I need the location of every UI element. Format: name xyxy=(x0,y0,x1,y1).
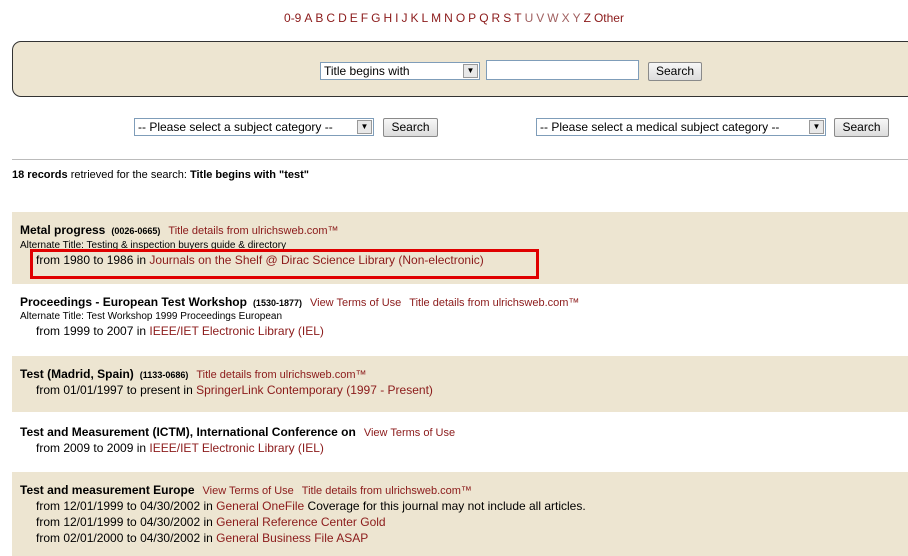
alpha-link-c[interactable]: C xyxy=(326,11,335,25)
alpha-link-t[interactable]: T xyxy=(514,11,521,25)
results-middle: retrieved for the search: xyxy=(70,169,187,181)
search-type-select[interactable]: Title begins with ▼ xyxy=(320,62,480,80)
ulrichs-link[interactable]: Title details from ulrichsweb.com™ xyxy=(168,225,338,237)
alpha-link-f[interactable]: F xyxy=(361,11,368,25)
alpha-link-u[interactable]: U xyxy=(525,11,534,25)
alpha-link-z[interactable]: Z xyxy=(584,11,591,25)
search-panel: Title begins with ▼ Search xyxy=(12,41,908,97)
results-count: 18 records xyxy=(12,169,68,181)
search-button[interactable]: Search xyxy=(648,62,702,81)
alpha-link-y[interactable]: Y xyxy=(573,11,581,25)
alpha-link-b[interactable]: B xyxy=(315,11,323,25)
ulrichs-link[interactable]: Title details from ulrichsweb.com™ xyxy=(302,485,472,497)
holding-link[interactable]: General OneFile xyxy=(216,499,304,513)
alpha-link-w[interactable]: W xyxy=(547,11,558,25)
subject-category-select[interactable]: -- Please select a subject category -- ▼ xyxy=(134,118,374,136)
alpha-link-r[interactable]: R xyxy=(492,11,501,25)
alpha-link-x[interactable]: X xyxy=(562,11,570,25)
alpha-link-d[interactable]: D xyxy=(338,11,347,25)
alpha-link-h[interactable]: H xyxy=(383,11,392,25)
holding-range: from 02/01/2000 to 04/30/2002 in xyxy=(36,531,213,545)
highlight-box xyxy=(30,249,539,279)
results-query: Title begins with "test" xyxy=(189,169,309,181)
record-title: Test (Madrid, Spain) xyxy=(20,367,134,381)
record-title: Test and Measurement (ICTM), Internation… xyxy=(20,425,356,439)
terms-link[interactable]: View Terms of Use xyxy=(310,297,401,309)
alpha-link-i[interactable]: I xyxy=(395,11,398,25)
alpha-link-m[interactable]: M xyxy=(431,11,441,25)
alternate-title: Alternate Title: Test Workshop 1999 Proc… xyxy=(20,311,283,322)
alpha-link-g[interactable]: G xyxy=(371,11,380,25)
holding-link[interactable]: General Business File ASAP xyxy=(216,531,368,545)
record-title: Test and measurement Europe xyxy=(20,483,195,497)
medical-search-button[interactable]: Search xyxy=(834,118,889,137)
subject-category-label: -- Please select a subject category -- xyxy=(138,120,333,134)
medical-category-select[interactable]: -- Please select a medical subject categ… xyxy=(536,118,826,136)
alpha-link-e[interactable]: E xyxy=(350,11,358,25)
search-input[interactable] xyxy=(486,60,639,80)
search-type-label: Title begins with xyxy=(324,64,410,78)
holding-range: from 2009 to 2009 in xyxy=(36,441,147,455)
holding-link[interactable]: IEEE/IET Electronic Library (IEL) xyxy=(149,441,324,455)
alpha-link-q[interactable]: Q xyxy=(479,11,488,25)
record-test-madrid-spain: Test (Madrid, Spain) (1133-0686) Title det… xyxy=(12,356,908,412)
holding-link[interactable]: General Reference Center Gold xyxy=(216,515,385,529)
alpha-link-v[interactable]: V xyxy=(536,11,544,25)
record-proceedings-european-test-workshop: Proceedings - European Test Workshop (153… xyxy=(12,284,908,342)
holding-link[interactable]: SpringerLink Contemporary (1997 - Presen… xyxy=(196,383,433,397)
record-issn: (1133-0686) xyxy=(139,370,189,380)
alpha-link-k[interactable]: K xyxy=(410,11,418,25)
holding-range: from 1999 to 2007 in xyxy=(36,324,147,338)
alpha-link-n[interactable]: N xyxy=(444,11,453,25)
terms-link[interactable]: View Terms of Use xyxy=(203,485,294,497)
record-issn: (1530-1877) xyxy=(252,298,302,308)
alpha-link-other[interactable]: Other xyxy=(594,11,624,25)
alpha-link-0-9[interactable]: 0-9 xyxy=(284,11,301,25)
alpha-link-s[interactable]: S xyxy=(503,11,511,25)
ulrichs-link[interactable]: Title details from ulrichsweb.com™ xyxy=(196,369,366,381)
alpha-link-p[interactable]: P xyxy=(468,11,476,25)
chevron-down-icon: ▼ xyxy=(463,64,478,78)
record-title: Proceedings - European Test Workshop xyxy=(20,295,247,309)
holding-range: from 12/01/1999 to 04/30/2002 in xyxy=(36,499,213,513)
ulrichs-link[interactable]: Title details from ulrichsweb.com™ xyxy=(409,297,579,309)
record-test-and-measurement-ictm: Test and Measurement (ICTM), Internation… xyxy=(12,414,908,470)
holding-range: from 01/01/1997 to present in xyxy=(36,383,193,397)
record-title: Metal progress xyxy=(20,223,106,237)
terms-link[interactable]: View Terms of Use xyxy=(364,427,455,439)
alpha-link-l[interactable]: L xyxy=(421,11,428,25)
chevron-down-icon: ▼ xyxy=(357,120,372,134)
chevron-down-icon: ▼ xyxy=(809,120,824,134)
alpha-link-j[interactable]: J xyxy=(401,11,407,25)
alpha-link-a[interactable]: A xyxy=(304,11,312,25)
holding-range: from 12/01/1999 to 04/30/2002 in xyxy=(36,515,213,529)
alphabet-nav: 0-9 A B C D E F G H I J K L M N O P Q R S T U V W X Y Z Other xyxy=(0,11,908,25)
record-test-and-measurement-europe: Test and measurement Europe View Terms of… xyxy=(12,472,908,556)
holding-link[interactable]: IEEE/IET Electronic Library (IEL) xyxy=(149,324,324,338)
divider xyxy=(12,159,908,160)
subject-search-button[interactable]: Search xyxy=(383,118,438,137)
record-issn: (0026-0665) xyxy=(111,226,161,236)
results-summary: 18 records retrieved for the search: Tit… xyxy=(12,169,309,181)
medical-category-label: -- Please select a medical subject categ… xyxy=(540,120,780,134)
coverage-note: Coverage for this journal may not includ… xyxy=(307,499,586,513)
alpha-link-o[interactable]: O xyxy=(456,11,465,25)
